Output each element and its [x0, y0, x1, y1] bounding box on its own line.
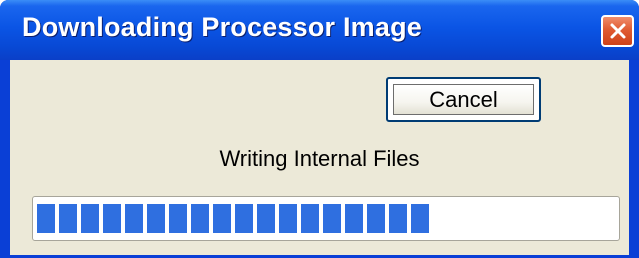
cancel-button[interactable]: Cancel: [386, 77, 541, 122]
dialog-window: Downloading Processor Image Cancel Writi…: [0, 0, 639, 258]
cancel-button-label: Cancel: [429, 86, 498, 112]
title-bar[interactable]: Downloading Processor Image: [0, 0, 639, 60]
close-button[interactable]: [601, 15, 634, 47]
status-text: Writing Internal Files: [219, 146, 420, 171]
window-title: Downloading Processor Image: [22, 12, 422, 42]
close-icon: [610, 23, 625, 39]
progress-fill: [37, 204, 429, 233]
dialog-body: Cancel Writing Internal Files: [10, 60, 629, 255]
progress-bar: [32, 196, 620, 241]
